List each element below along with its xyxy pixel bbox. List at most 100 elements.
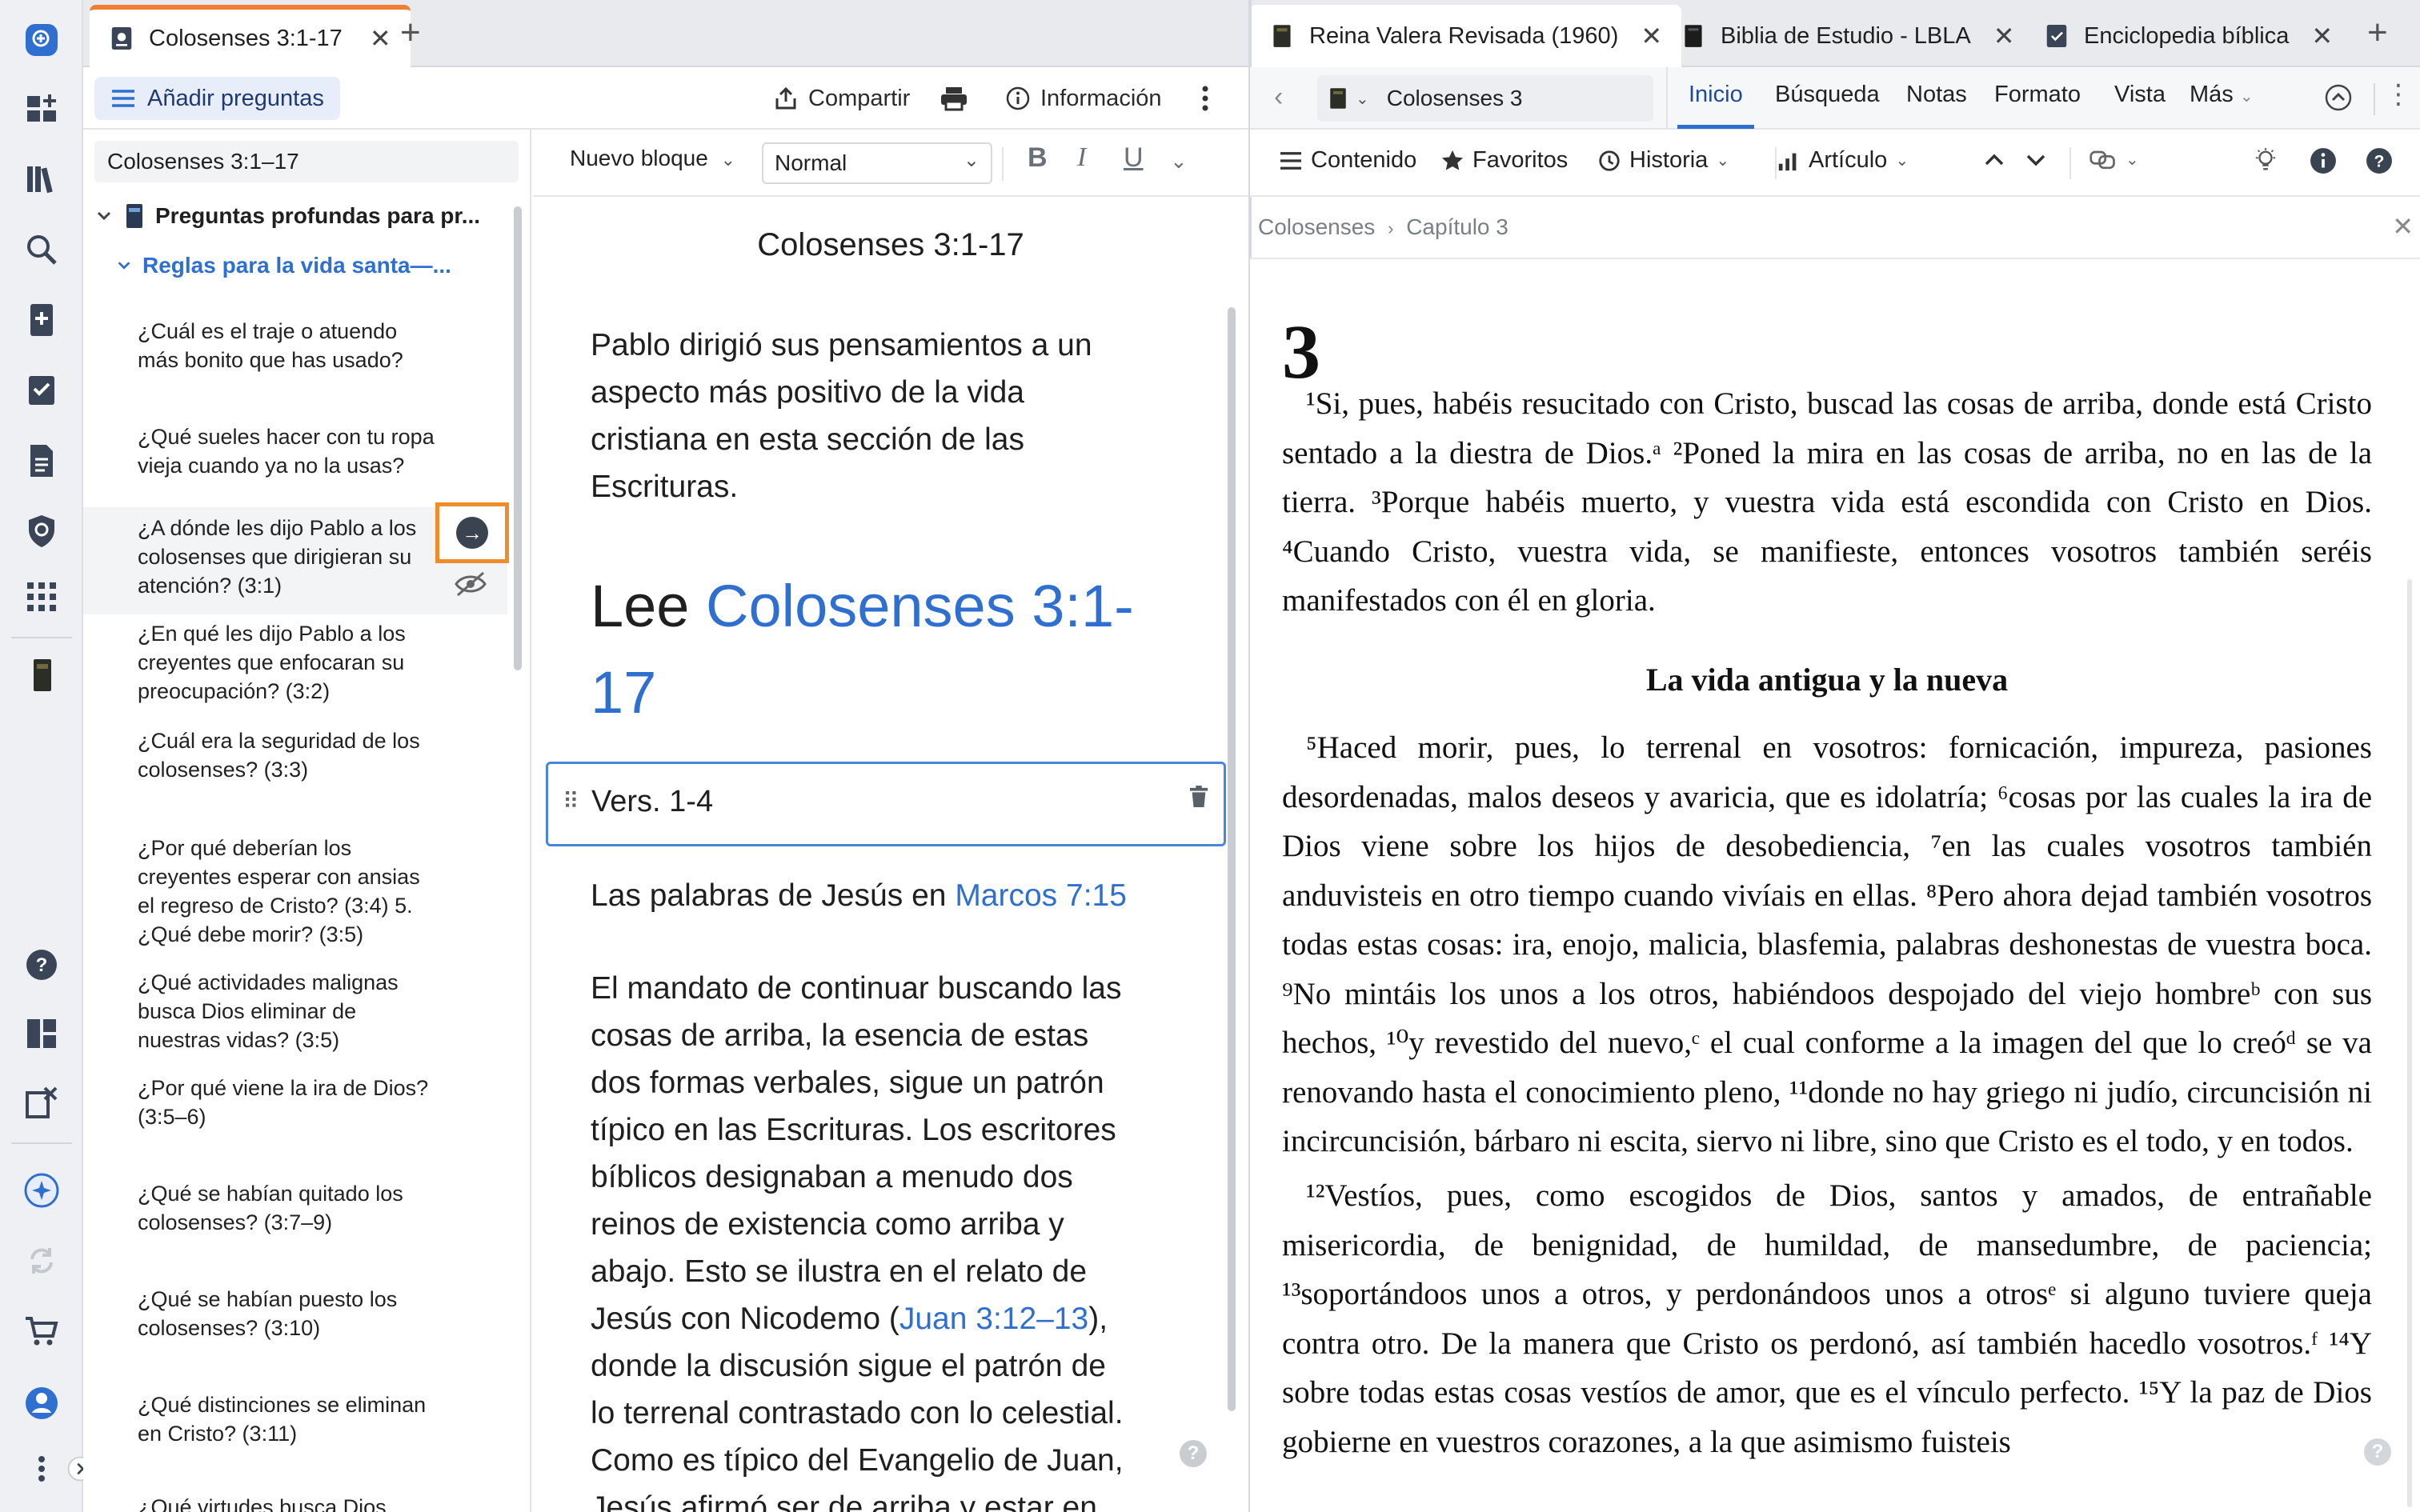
document-title[interactable]: Colosenses 3:1-17 xyxy=(533,227,1248,263)
tab-mas[interactable]: Más ⌄ xyxy=(2190,82,2254,108)
new-tab-button[interactable]: + xyxy=(2367,13,2388,53)
scrollbar[interactable] xyxy=(514,206,522,670)
active-tab-indicator xyxy=(1677,125,1754,129)
tab-notas[interactable]: Notas xyxy=(1906,82,1967,108)
list-item[interactable]: ¿Qué actividades malignas busca Dios eli… xyxy=(138,968,442,1054)
tree-root[interactable]: Preguntas profundas para pr... xyxy=(94,203,480,229)
scripture-link[interactable]: Juan 3:12–13 xyxy=(899,1302,1088,1336)
help-icon[interactable]: ? xyxy=(2366,147,2401,174)
read-heading[interactable]: Lee Colosenses 3:1-17 xyxy=(591,563,1151,736)
history-button[interactable]: Historia ⌄ xyxy=(1597,147,1729,174)
svg-text:?: ? xyxy=(36,954,48,976)
previous-icon[interactable] xyxy=(1981,147,2015,173)
body-paragraph[interactable]: El mandato de continuar buscando las cos… xyxy=(591,965,1135,1512)
block-label[interactable]: Vers. 1-4 xyxy=(591,785,713,819)
scrollbar[interactable] xyxy=(2407,579,2412,1507)
share-button[interactable]: Compartir xyxy=(773,78,910,118)
trash-icon[interactable] xyxy=(1188,785,1209,813)
shield-icon[interactable] xyxy=(18,507,66,555)
list-item[interactable]: ¿Cuál es el traje o atuendo más bonito q… xyxy=(138,317,442,374)
library-icon[interactable] xyxy=(18,155,66,203)
scrollbar[interactable] xyxy=(1228,307,1236,1411)
list-item[interactable]: ¿Por qué viene la ira de Dios? (3:5–6) xyxy=(138,1074,442,1131)
document-icon[interactable] xyxy=(18,437,66,485)
help-icon[interactable]: ? xyxy=(2364,1438,2391,1466)
jesus-words-paragraph[interactable]: Las palabras de Jesús en Marcos 7:15 xyxy=(591,872,1199,919)
help-icon[interactable]: ? xyxy=(18,941,66,989)
sync-icon[interactable] xyxy=(18,1237,66,1285)
search-icon[interactable] xyxy=(18,226,66,274)
list-item[interactable]: ¿En qué les dijo Pablo a los creyentes q… xyxy=(138,619,442,706)
bible-paragraph[interactable]: ¹Si, pues, habéis resucitado con Cristo,… xyxy=(1282,379,2372,626)
passage-filter-input[interactable]: Colosenses 3:1–17 xyxy=(94,141,519,182)
underline-icon[interactable]: U xyxy=(1124,142,1144,174)
list-item[interactable]: ¿Qué sueles hacer con tu ropa vieja cuan… xyxy=(138,422,442,480)
breadcrumb-book[interactable]: Colosenses xyxy=(1258,214,1375,239)
close-icon[interactable]: ✕ xyxy=(2392,211,2414,242)
list-item[interactable]: ¿Cuál era la seguridad de los colosenses… xyxy=(138,726,442,784)
article-button[interactable]: Artículo ⌄ xyxy=(1777,147,1909,174)
info-icon[interactable] xyxy=(2310,147,2345,174)
go-to-question-button[interactable]: → xyxy=(435,502,509,563)
close-icon[interactable]: ✕ xyxy=(1993,21,2015,51)
tab-busqueda[interactable]: Búsqueda xyxy=(1775,82,1880,108)
tab-rvr1960[interactable]: Reina Valera Revisada (1960) ✕ xyxy=(1250,5,1682,67)
link-sets-icon[interactable]: ⌄ xyxy=(2089,147,2139,171)
bold-icon[interactable]: B xyxy=(1028,142,1048,174)
sparkle-icon[interactable] xyxy=(18,1166,66,1214)
tree-section[interactable]: Reglas para la vida santa—... xyxy=(115,253,451,278)
back-icon[interactable]: ‹ xyxy=(1274,82,1283,113)
contents-button[interactable]: Contenido xyxy=(1279,147,1416,174)
layout-icon[interactable] xyxy=(18,1010,66,1058)
close-icon[interactable]: ✕ xyxy=(370,23,391,54)
dashboard-icon[interactable] xyxy=(18,85,66,133)
list-item[interactable]: ¿Qué distinciones se eliminan en Cristo?… xyxy=(138,1390,442,1448)
clipboard-icon[interactable] xyxy=(18,1078,66,1126)
list-item[interactable]: ¿Por qué deberían los creyentes esperar … xyxy=(138,834,442,949)
list-item[interactable]: ¿Qué se habían quitado los colosenses? (… xyxy=(138,1179,442,1237)
lightbulb-icon[interactable] xyxy=(2254,147,2286,174)
close-icon[interactable]: ✕ xyxy=(2311,21,2333,51)
info-button[interactable]: Información xyxy=(1005,78,1162,118)
tab-vista[interactable]: Vista xyxy=(2114,82,2166,108)
cart-icon[interactable] xyxy=(18,1307,66,1355)
tab-enciclopedia[interactable]: Enciclopedia bíblica ✕ xyxy=(2025,5,2352,67)
tab-formato[interactable]: Formato xyxy=(1994,82,2081,108)
bible-paragraph[interactable]: ⁵Haced morir, pues, lo terrenal en vosot… xyxy=(1282,723,2372,1166)
tab-lbla[interactable]: Biblia de Estudio - LBLA ✕ xyxy=(1661,5,2034,67)
add-icon[interactable] xyxy=(18,16,66,64)
checklist-icon[interactable] xyxy=(18,366,66,414)
breadcrumb-chapter[interactable]: Capítulo 3 xyxy=(1406,214,1508,239)
more-formatting-icon[interactable]: ⌄ xyxy=(1170,149,1188,174)
close-icon[interactable]: ✕ xyxy=(1641,21,1662,51)
new-tab-button[interactable]: + xyxy=(400,13,421,53)
more-options-icon[interactable] xyxy=(1200,78,1220,118)
italic-icon[interactable]: I xyxy=(1077,142,1086,173)
verse-block[interactable]: ⠿ Vers. 1-4 xyxy=(546,762,1226,846)
book-icon[interactable] xyxy=(18,651,66,699)
list-item[interactable]: ¿Qué virtudes busca Dios... xyxy=(138,1493,442,1512)
new-block-dropdown[interactable]: Nuevo bloque ⌄ xyxy=(570,146,735,171)
bible-paragraph[interactable]: ¹²Vestíos, pues, como escogidos de Dios,… xyxy=(1282,1171,2372,1466)
list-item[interactable]: ¿A dónde les dijo Pablo a los colosenses… xyxy=(138,514,426,600)
notes-add-icon[interactable] xyxy=(18,296,66,344)
passage-selector[interactable]: ⌄ Colosenses 3 xyxy=(1317,75,1653,122)
hide-icon[interactable] xyxy=(453,571,488,601)
collapse-icon[interactable] xyxy=(2324,83,2353,116)
tab-colosenses[interactable]: Colosenses 3:1-17 ✕ xyxy=(90,5,411,67)
tab-inicio[interactable]: Inicio xyxy=(1689,82,1743,108)
paragraph-style-select[interactable]: Normal ⌄ xyxy=(762,142,992,184)
add-questions-button[interactable]: Añadir preguntas xyxy=(94,77,340,120)
apps-icon[interactable] xyxy=(18,573,66,621)
intro-paragraph[interactable]: Pablo dirigió sus pensamientos a un aspe… xyxy=(591,322,1135,510)
next-icon[interactable] xyxy=(2023,147,2057,173)
print-button[interactable] xyxy=(940,78,978,118)
list-item[interactable]: ¿Qué se habían puesto los colosenses? (3… xyxy=(138,1285,442,1342)
drag-handle-icon[interactable]: ⠿ xyxy=(563,788,579,814)
help-icon[interactable]: ? xyxy=(1180,1440,1207,1467)
more-options-icon[interactable]: ⋮ xyxy=(2385,78,2412,110)
profile-icon[interactable] xyxy=(18,1379,66,1427)
favorites-button[interactable]: Favoritos xyxy=(1440,147,1568,174)
more-icon[interactable] xyxy=(29,1445,54,1493)
scripture-link[interactable]: Marcos 7:15 xyxy=(955,878,1127,913)
